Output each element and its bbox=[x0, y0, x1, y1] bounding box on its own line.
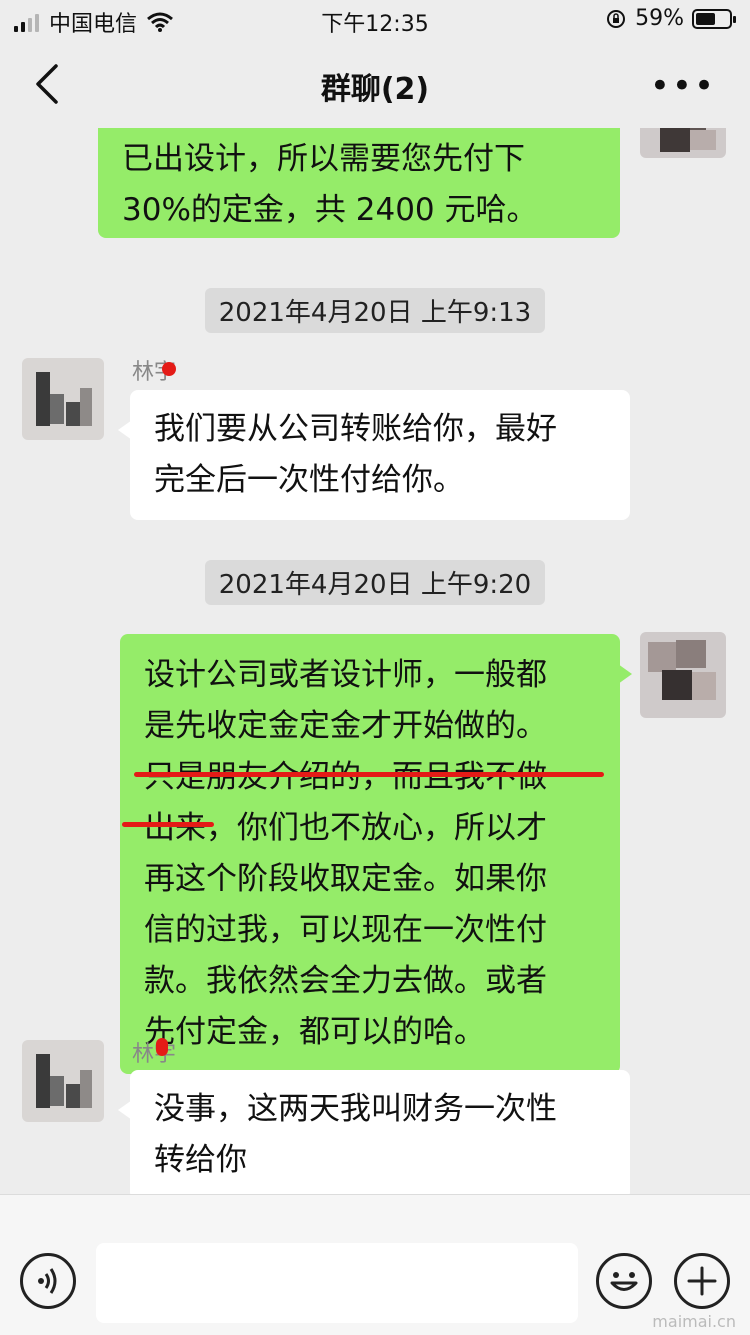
message-line: 信的过我，可以现在一次性付 bbox=[144, 912, 547, 948]
timestamp-text: 2021年4月20日 上午9:13 bbox=[204, 288, 546, 333]
input-bar: maimai.cn bbox=[0, 1194, 750, 1335]
message-line: 已出设计，所以需要您先付下 bbox=[122, 141, 525, 177]
chat-area[interactable]: 已出设计，所以需要您先付下 30%的定金，共 2400 元哈。 2021年4月2… bbox=[0, 128, 750, 1194]
battery-icon bbox=[692, 8, 736, 29]
red-underline-mark bbox=[122, 822, 214, 827]
timestamp: 2021年4月20日 上午9:20 bbox=[0, 560, 750, 605]
status-bar: 中国电信 下午12:35 59% bbox=[0, 0, 750, 40]
message-line: 没事，这两天我叫财务一次性 bbox=[154, 1091, 557, 1127]
nav-bar: 群聊(2) ••• bbox=[0, 40, 750, 128]
message-line: 我们要从公司转账给你，最好 bbox=[154, 411, 557, 447]
smiley-face-icon bbox=[610, 1272, 638, 1291]
more-icon[interactable]: ••• bbox=[650, 66, 716, 106]
message-line: 完全后一次性付给你。 bbox=[154, 462, 464, 498]
timestamp: 2021年4月20日 上午9:13 bbox=[0, 288, 750, 333]
message-bubble-sent[interactable]: 已出设计，所以需要您先付下 30%的定金，共 2400 元哈。 bbox=[98, 128, 620, 238]
message-line: 出来，你们也不放心，所以才 bbox=[144, 810, 547, 846]
chat-title: 群聊(2) bbox=[320, 72, 430, 107]
red-underline-mark bbox=[134, 772, 604, 777]
contact-avatar[interactable] bbox=[22, 1040, 104, 1122]
voice-wave-icon bbox=[38, 1268, 57, 1294]
red-redaction-mark bbox=[162, 362, 176, 376]
contact-avatar[interactable] bbox=[22, 358, 104, 440]
message-bubble-received[interactable]: 我们要从公司转账给你，最好 完全后一次性付给你。 bbox=[118, 390, 630, 520]
timestamp-text: 2021年4月20日 上午9:20 bbox=[204, 560, 546, 605]
message-line: 款。我依然会全力去做。或者 bbox=[144, 963, 547, 999]
message-line: 再这个阶段收取定金。如果你 bbox=[144, 861, 547, 897]
status-right: 59% bbox=[605, 6, 736, 31]
rotation-lock-icon bbox=[607, 9, 626, 28]
message-line: 只是朋友介绍的，而且我不做 bbox=[144, 759, 547, 795]
plus-icon[interactable] bbox=[674, 1253, 730, 1309]
my-avatar[interactable] bbox=[640, 128, 726, 158]
sender-name: 林宇 bbox=[132, 1042, 177, 1067]
message-line: 30%的定金，共 2400 元哈。 bbox=[122, 192, 538, 228]
message-line: 是先收定金定金才开始做的。 bbox=[144, 708, 547, 744]
message-bubble-received[interactable]: 没事，这两天我叫财务一次性 转给你 bbox=[118, 1070, 630, 1194]
message-line: 转给你 bbox=[154, 1142, 247, 1178]
voice-icon[interactable] bbox=[20, 1253, 76, 1309]
red-redaction-mark bbox=[156, 1038, 168, 1056]
watermark: maimai.cn bbox=[652, 1312, 736, 1331]
battery-fill bbox=[696, 12, 715, 25]
emoji-icon[interactable] bbox=[596, 1253, 652, 1309]
message-bubble-sent[interactable]: 设计公司或者设计师，一般都 是先收定金定金才开始做的。 只是朋友介绍的，而且我不… bbox=[120, 634, 632, 1074]
message-input[interactable] bbox=[96, 1243, 578, 1323]
message-line: 先付定金，都可以的哈。 bbox=[144, 1014, 485, 1050]
battery-percent: 59% bbox=[635, 6, 684, 31]
message-line: 设计公司或者设计师，一般都 bbox=[144, 657, 547, 693]
my-avatar[interactable] bbox=[640, 632, 726, 718]
plus-glyph-icon bbox=[687, 1266, 717, 1296]
